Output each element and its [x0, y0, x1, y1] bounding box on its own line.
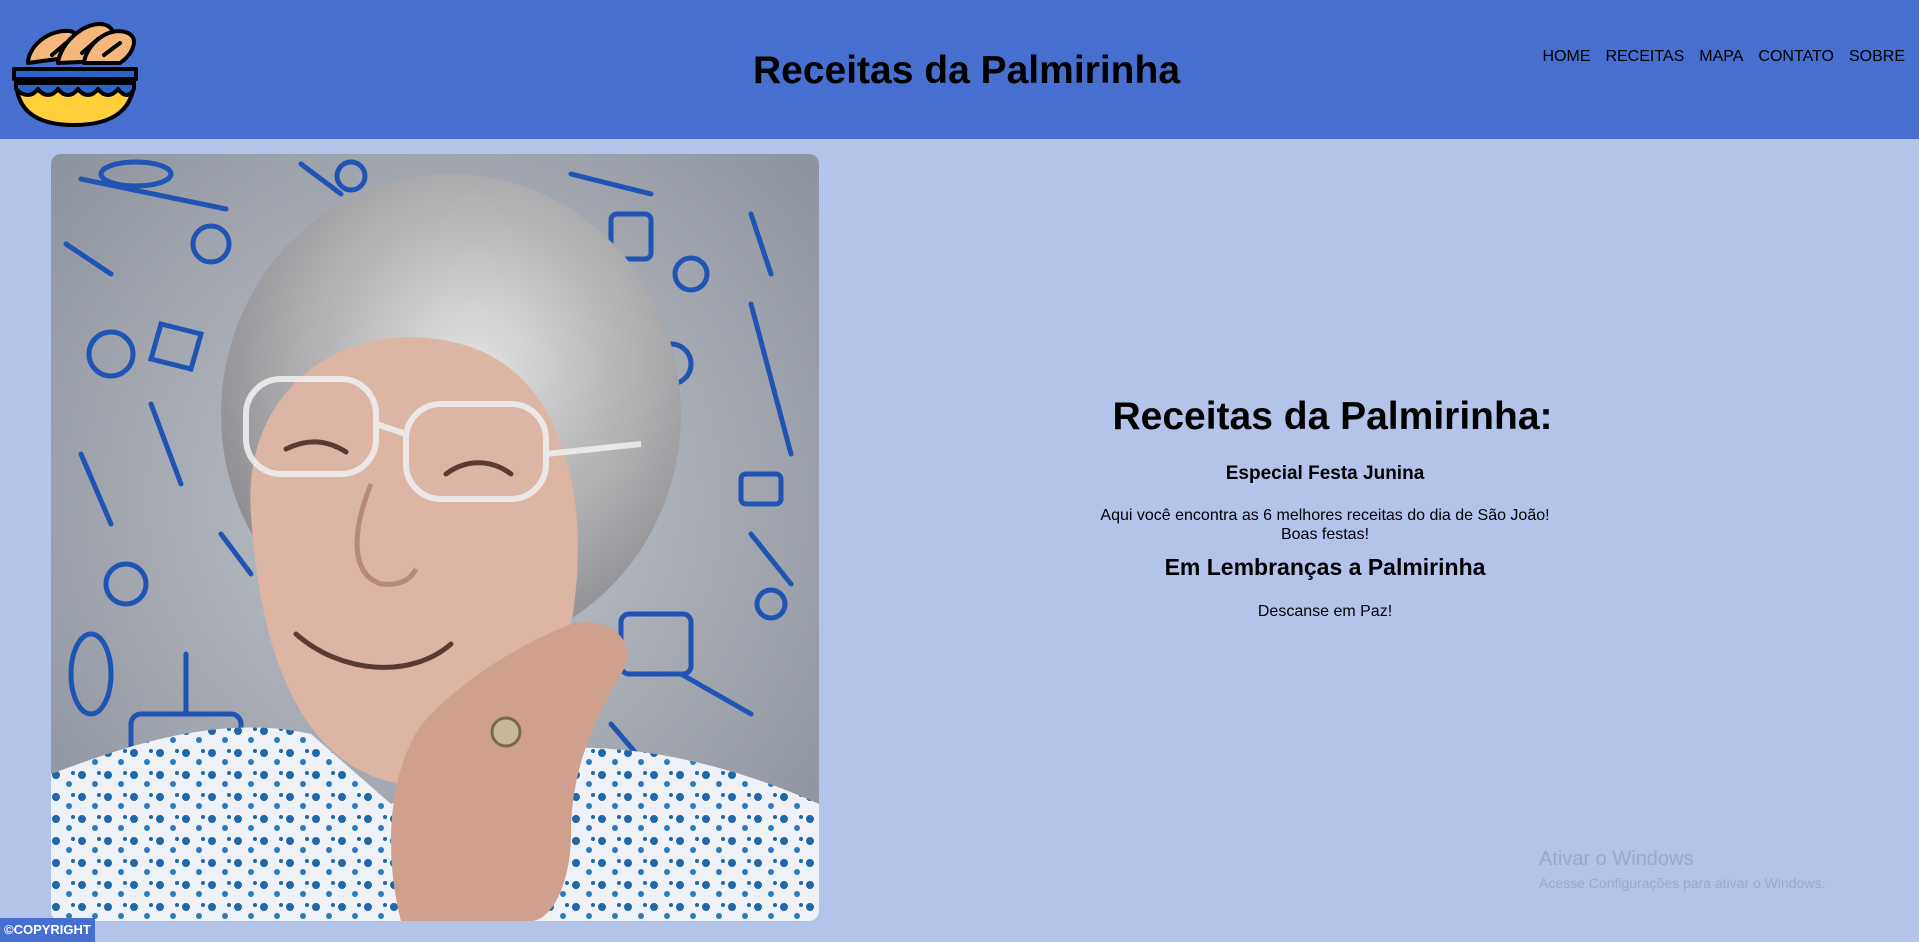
watermark-title: Ativar o Windows	[1539, 848, 1694, 870]
intro-line-1: Aqui você encontra as 6 melhores receita…	[1100, 507, 1550, 524]
nav-sobre[interactable]: SOBRE	[1849, 48, 1905, 66]
page-subhead: Especial Festa Junina	[1225, 463, 1425, 484]
page-headline: Receitas da Palmirinha:	[1112, 395, 1553, 438]
farewell-text: Descanse em Paz!	[1257, 603, 1393, 620]
portrait-photo	[51, 154, 819, 921]
main-content: Receitas da Palmirinha: Especial Festa J…	[1045, 395, 1605, 621]
nav-mapa[interactable]: MAPA	[1699, 48, 1743, 66]
nav-contato[interactable]: CONTATO	[1758, 48, 1834, 66]
site-header: Receitas da Palmirinha HOME RECEITAS MAP…	[0, 0, 1919, 139]
memorial-heading: Em Lembranças a Palmirinha	[1164, 554, 1486, 580]
intro-line-2: Boas festas!	[1280, 526, 1370, 543]
nav-receitas[interactable]: RECEITAS	[1605, 48, 1684, 66]
intro-text: Aqui você encontra as 6 melhores receita…	[1045, 506, 1605, 544]
watermark-subtitle: Acesse Configurações para ativar o Windo…	[1539, 875, 1826, 891]
copyright-footer: ©COPYRIGHT	[0, 918, 95, 942]
nav-home[interactable]: HOME	[1542, 48, 1590, 66]
windows-activation-watermark: Ativar o Windows Acesse Configurações pa…	[1539, 848, 1825, 891]
main-nav: HOME RECEITAS MAPA CONTATO SOBRE	[1542, 48, 1905, 66]
